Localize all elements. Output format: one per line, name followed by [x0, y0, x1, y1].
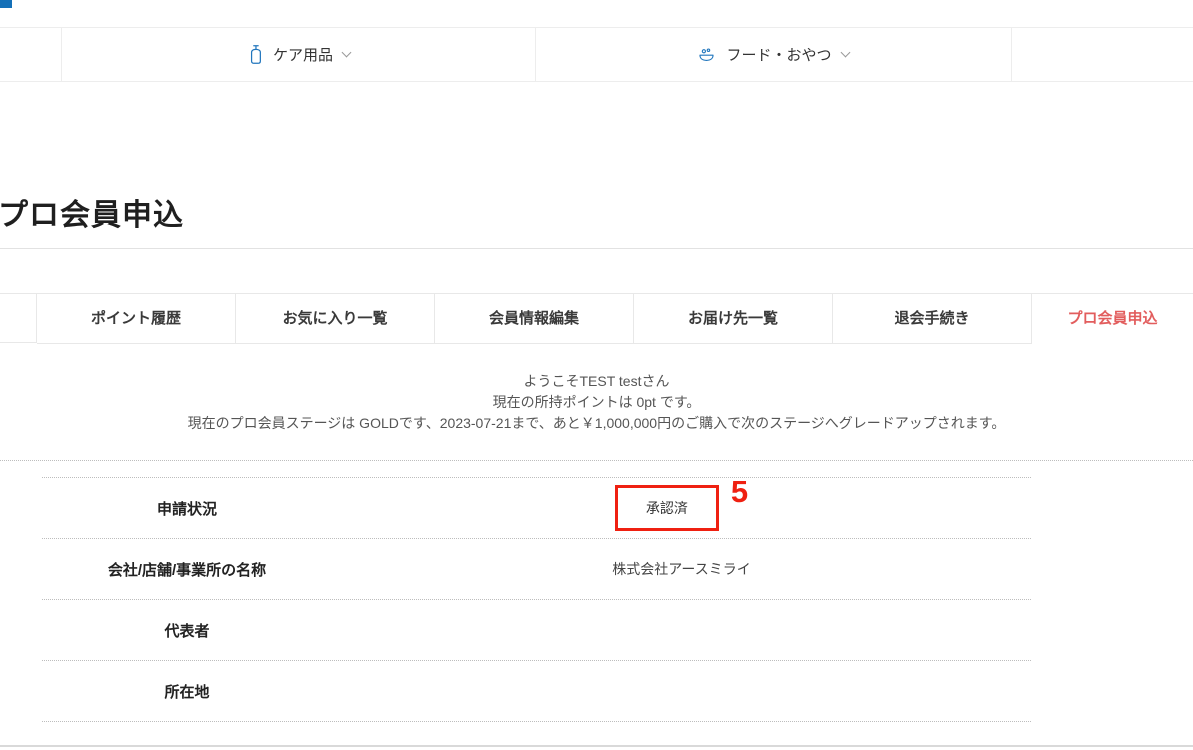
- chevron-down-icon: [342, 48, 352, 58]
- account-tab[interactable]: お届け先一覧: [634, 294, 833, 344]
- bottom-divider: [0, 745, 1193, 747]
- nav-item-care-goods[interactable]: ケア用品: [62, 28, 536, 81]
- row-label: 申請状況: [42, 498, 332, 519]
- account-tab[interactable]: ポイント履歴: [37, 294, 236, 344]
- nav-item-food-snacks[interactable]: フード・おやつ: [536, 28, 1012, 81]
- nav-left-spacer: [0, 28, 62, 81]
- annotation-number: 5: [731, 476, 748, 507]
- points-line: 現在の所持ポイントは 0pt です。: [0, 392, 1193, 413]
- welcome-line: ようこそTEST testさん: [0, 371, 1193, 392]
- stage-line: 現在のプロ会員ステージは GOLDです、2023-07-21まで、あと￥1,00…: [0, 413, 1193, 434]
- section-divider: [0, 460, 1193, 461]
- row-value: 株式会社アースミライ: [332, 559, 1031, 579]
- tab-strip-spacer: [0, 294, 37, 343]
- account-tabs: ポイント履歴お気に入り一覧会員情報編集お届け先一覧退会手続きプロ会員申込: [0, 293, 1193, 343]
- page-title: プロ会員申込: [0, 190, 184, 234]
- member-info-row: 申請状況承認済5: [42, 477, 1031, 539]
- row-value: 承認済5: [332, 485, 1031, 531]
- status-annotation-box: 承認済: [615, 485, 719, 531]
- nav-item-label: ケア用品: [273, 44, 333, 65]
- row-label: 所在地: [42, 681, 332, 702]
- food-bowl-icon: [698, 46, 715, 63]
- member-info-table: 申請状況承認済5会社/店舗/事業所の名称株式会社アースミライ代表者所在地: [42, 477, 1031, 722]
- account-tab[interactable]: お気に入り一覧: [236, 294, 435, 344]
- member-info-row: 会社/店舗/事業所の名称株式会社アースミライ: [42, 539, 1031, 600]
- account-tab[interactable]: プロ会員申込: [1032, 294, 1193, 344]
- care-bottle-icon: [247, 45, 262, 64]
- nav-right-spacer: [1012, 28, 1193, 81]
- row-label: 代表者: [42, 620, 332, 641]
- chevron-down-icon: [840, 48, 850, 58]
- member-info-row: 所在地: [42, 661, 1031, 722]
- account-tab[interactable]: 退会手続き: [833, 294, 1032, 344]
- site-logo-fragment: [0, 0, 12, 8]
- welcome-message: ようこそTEST testさん 現在の所持ポイントは 0pt です。 現在のプロ…: [0, 371, 1193, 434]
- member-info-row: 代表者: [42, 600, 1031, 661]
- nav-item-label: フード・おやつ: [726, 44, 831, 65]
- account-tab[interactable]: 会員情報編集: [435, 294, 634, 344]
- row-label: 会社/店舗/事業所の名称: [42, 559, 332, 580]
- title-divider: [0, 248, 1193, 249]
- category-nav: ケア用品 フード・おやつ: [0, 27, 1193, 82]
